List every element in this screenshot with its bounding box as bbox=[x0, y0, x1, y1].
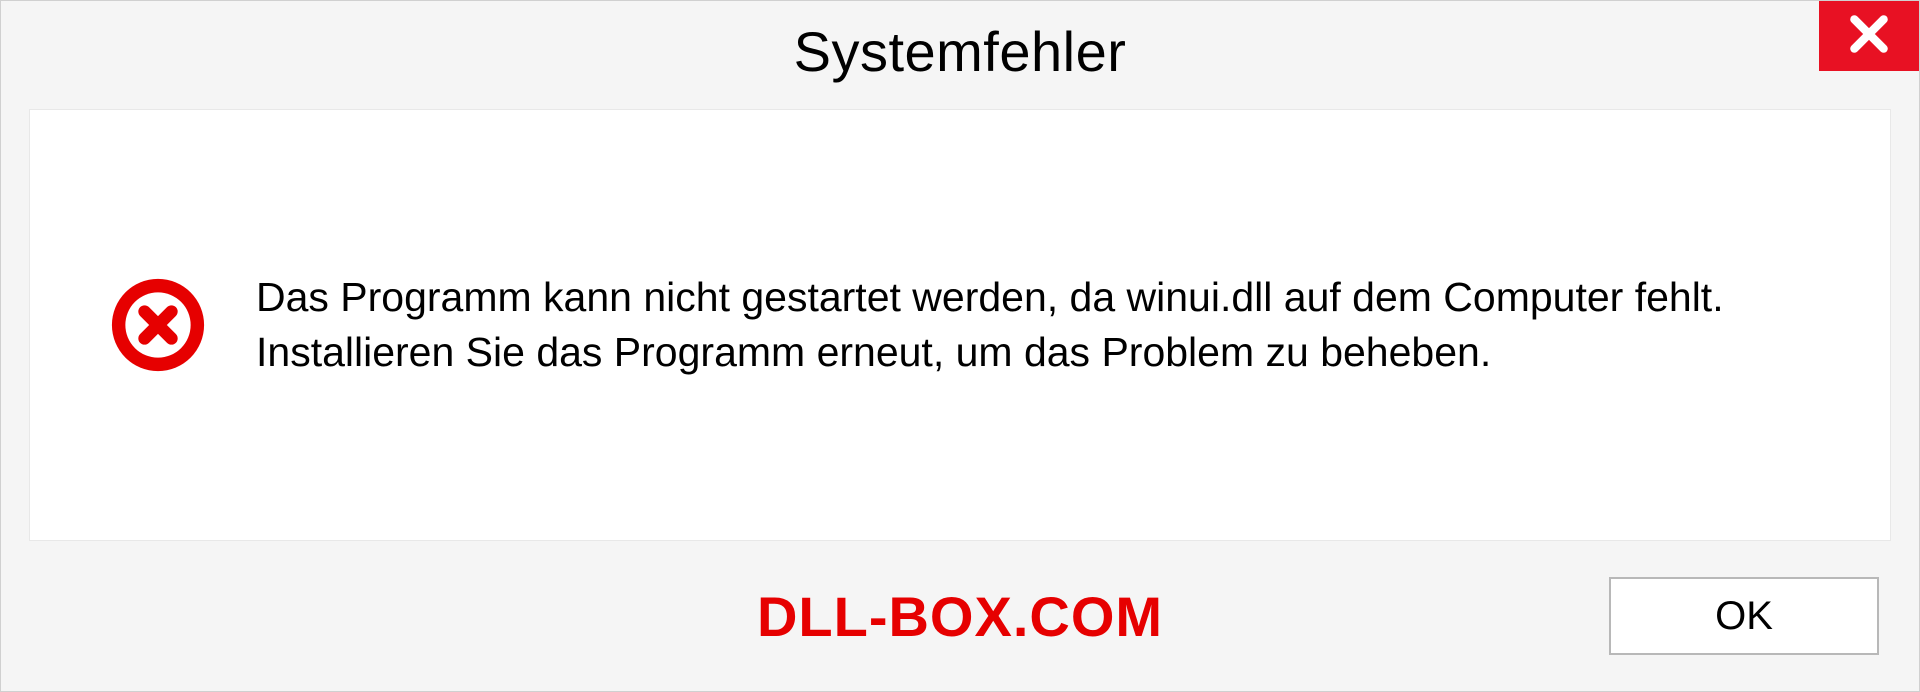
dialog-footer: DLL-BOX.COM OK bbox=[1, 541, 1919, 691]
dialog-title: Systemfehler bbox=[794, 19, 1127, 84]
ok-button[interactable]: OK bbox=[1609, 577, 1879, 655]
error-dialog: Systemfehler Das Programm kann nicht ges… bbox=[0, 0, 1920, 692]
content-panel: Das Programm kann nicht gestartet werden… bbox=[29, 109, 1891, 541]
error-message: Das Programm kann nicht gestartet werden… bbox=[256, 270, 1830, 381]
close-button[interactable] bbox=[1819, 1, 1919, 71]
titlebar: Systemfehler bbox=[1, 1, 1919, 101]
watermark-text: DLL-BOX.COM bbox=[757, 584, 1163, 649]
error-icon bbox=[110, 277, 206, 373]
close-icon bbox=[1847, 12, 1891, 61]
